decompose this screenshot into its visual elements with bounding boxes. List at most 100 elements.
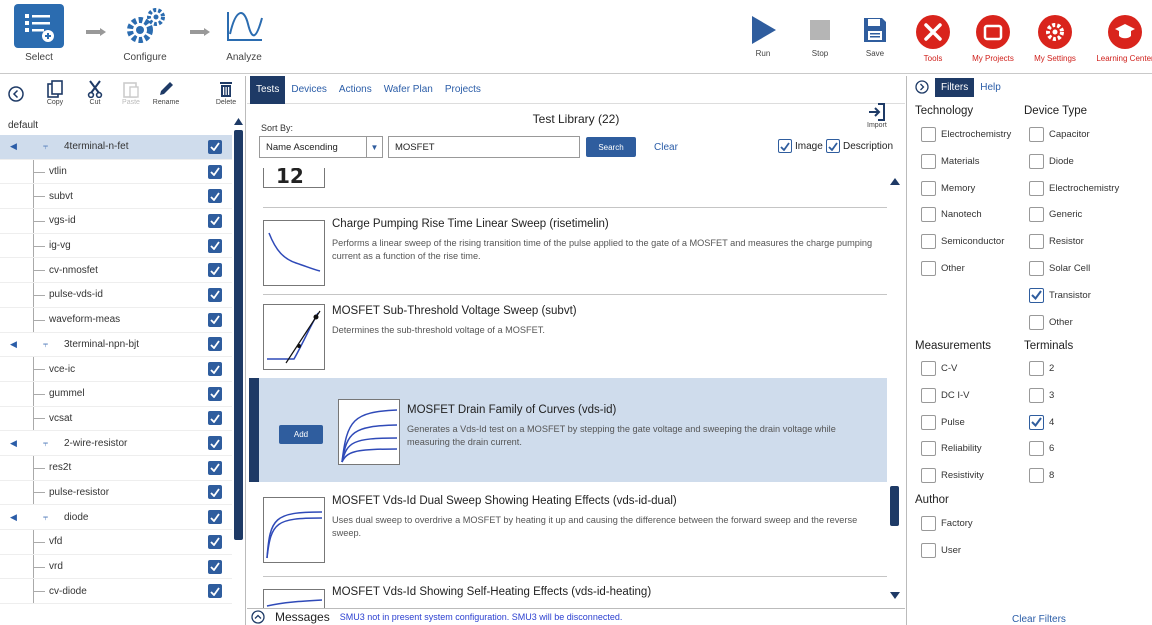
filter-option[interactable]: Diode	[1029, 153, 1074, 169]
tree-item-checkbox[interactable]	[208, 287, 222, 302]
filter-option[interactable]: Capacitor	[1029, 127, 1090, 142]
filter-option[interactable]: Memory	[921, 180, 975, 196]
tree-item-checkbox[interactable]	[208, 189, 222, 204]
tree-item-checkbox[interactable]	[208, 411, 222, 426]
tree-item-checkbox[interactable]	[208, 337, 222, 352]
import-button[interactable]: Import	[867, 103, 887, 129]
filter-checkbox[interactable]	[921, 414, 936, 430]
run-button[interactable]: Run	[738, 16, 788, 58]
stop-button[interactable]: Stop	[795, 16, 845, 58]
learning-center-button[interactable]: Learning Center	[1096, 15, 1152, 63]
filter-option[interactable]: DC I-V	[921, 387, 970, 403]
tools-button[interactable]: Tools	[908, 15, 958, 63]
list-item-selected[interactable]: Add MOSFET Drain Family of Curves (vds-i…	[249, 378, 887, 482]
tree-device-item[interactable]: ◀ ⫧ 3terminal-npn-bjt	[0, 333, 232, 358]
save-button[interactable]: Save	[850, 16, 900, 58]
tree-item-checkbox[interactable]	[208, 436, 222, 451]
filter-checkbox[interactable]	[921, 441, 936, 457]
tree-test-item[interactable]: vce-ic	[0, 357, 232, 382]
tree-test-item[interactable]: vgs-id	[0, 209, 232, 234]
filter-checkbox[interactable]	[1029, 234, 1044, 250]
tree-scrollbar[interactable]	[233, 116, 244, 625]
filter-option[interactable]: Materials	[921, 153, 980, 169]
filter-option[interactable]: Pulse	[921, 414, 965, 430]
filter-checkbox[interactable]	[1029, 127, 1044, 142]
filter-option[interactable]: Resistivity	[921, 468, 984, 484]
tree-device-item[interactable]: ◀ ⫧ diode	[0, 505, 232, 530]
filter-option[interactable]: Other	[1029, 314, 1073, 330]
tab-filters[interactable]: Filters	[935, 77, 975, 97]
filter-option[interactable]: Other	[921, 261, 965, 276]
my-settings-button[interactable]: My Settings	[1030, 15, 1080, 63]
filter-option[interactable]: User	[921, 543, 961, 558]
tree-test-item[interactable]: gummel	[0, 381, 232, 407]
filter-option[interactable]: 4	[1029, 414, 1054, 430]
filter-option[interactable]: Transistor	[1029, 287, 1091, 303]
filter-checkbox[interactable]	[1029, 468, 1044, 484]
filter-checkbox[interactable]	[921, 180, 936, 196]
filter-option[interactable]: Resistor	[1029, 234, 1084, 250]
tree-test-item[interactable]: cv-diode	[0, 579, 232, 605]
list-item[interactable]: MOSFET Vds-Id Dual Sweep Showing Heating…	[263, 485, 887, 573]
tree-item-checkbox[interactable]	[208, 510, 222, 525]
filter-option[interactable]: 3	[1029, 387, 1054, 403]
tree-test-item[interactable]: subvt	[0, 184, 232, 210]
image-toggle[interactable]: Image	[778, 139, 823, 153]
tree-item-checkbox[interactable]	[208, 584, 222, 599]
clear-search-button[interactable]: Clear	[654, 142, 678, 153]
tree-item-checkbox[interactable]	[208, 213, 222, 228]
filter-option[interactable]: Solar Cell	[1029, 261, 1090, 276]
tree-item-checkbox[interactable]	[208, 460, 222, 475]
filter-checkbox[interactable]	[1029, 387, 1044, 403]
workflow-analyze-button[interactable]: Analyze	[222, 4, 266, 63]
collapse-right-panel-icon[interactable]	[915, 80, 929, 94]
workflow-configure-button[interactable]: Configure	[120, 4, 170, 63]
delete-button[interactable]: Delete	[207, 80, 245, 106]
list-item[interactable]: MOSFET Vds-Id Showing Self-Heating Effec…	[263, 576, 887, 608]
filter-option[interactable]: C-V	[921, 361, 957, 376]
tab-devices[interactable]: Devices	[285, 76, 333, 104]
tree-scroll-thumb[interactable]	[234, 130, 243, 540]
filter-checkbox[interactable]	[921, 207, 936, 223]
filter-checkbox[interactable]	[921, 127, 936, 142]
cut-button[interactable]: Cut	[76, 80, 114, 106]
tree-item-checkbox[interactable]	[208, 534, 222, 549]
tab-wafer-plan[interactable]: Wafer Plan	[378, 76, 439, 104]
tree-test-item[interactable]: waveform-meas	[0, 307, 232, 333]
tab-help[interactable]: Help	[974, 78, 1007, 97]
list-scroll-thumb[interactable]	[890, 486, 899, 526]
tree-test-item[interactable]: cv-nmosfet	[0, 258, 232, 284]
filter-option[interactable]: 2	[1029, 361, 1054, 376]
workflow-select-button[interactable]: Select	[14, 4, 64, 63]
collapse-triangle-icon[interactable]: ◀	[10, 141, 17, 152]
collapse-triangle-icon[interactable]: ◀	[10, 339, 17, 350]
tree-test-item[interactable]: ig-vg	[0, 233, 232, 259]
tab-projects[interactable]: Projects	[439, 76, 487, 104]
filter-option[interactable]: Generic	[1029, 207, 1082, 223]
filter-checkbox[interactable]	[1029, 287, 1044, 303]
filter-option[interactable]: Factory	[921, 516, 973, 531]
tree-item-checkbox[interactable]	[208, 263, 222, 278]
tree-device-item[interactable]: ◀ ⫧ 4terminal-n-fet	[0, 135, 232, 160]
tree-item-checkbox[interactable]	[208, 485, 222, 500]
tab-tests[interactable]: Tests	[250, 75, 286, 104]
filter-option[interactable]: Electrochemistry	[921, 127, 1011, 142]
tree-item-checkbox[interactable]	[208, 164, 222, 179]
tree-item-checkbox[interactable]	[208, 238, 222, 253]
filter-option[interactable]: Nanotech	[921, 207, 982, 223]
scroll-up-icon[interactable]	[234, 118, 243, 125]
tree-test-item[interactable]: res2t	[0, 455, 232, 481]
tree-item-checkbox[interactable]	[208, 559, 222, 574]
filter-checkbox[interactable]	[921, 516, 936, 531]
filter-checkbox[interactable]	[1029, 207, 1044, 223]
filter-checkbox[interactable]	[1029, 261, 1044, 276]
messages-bar[interactable]: Messages SMU3 not in present system conf…	[247, 608, 905, 625]
filter-option[interactable]: 6	[1029, 441, 1054, 457]
filter-checkbox[interactable]	[1029, 314, 1044, 330]
filter-option[interactable]: Semiconductor	[921, 234, 1004, 250]
paste-button[interactable]: Paste	[112, 80, 150, 106]
filter-checkbox[interactable]	[921, 153, 936, 169]
search-button[interactable]: Search	[586, 137, 636, 157]
search-input[interactable]: MOSFET	[388, 136, 580, 158]
rename-button[interactable]: Rename	[147, 80, 185, 106]
